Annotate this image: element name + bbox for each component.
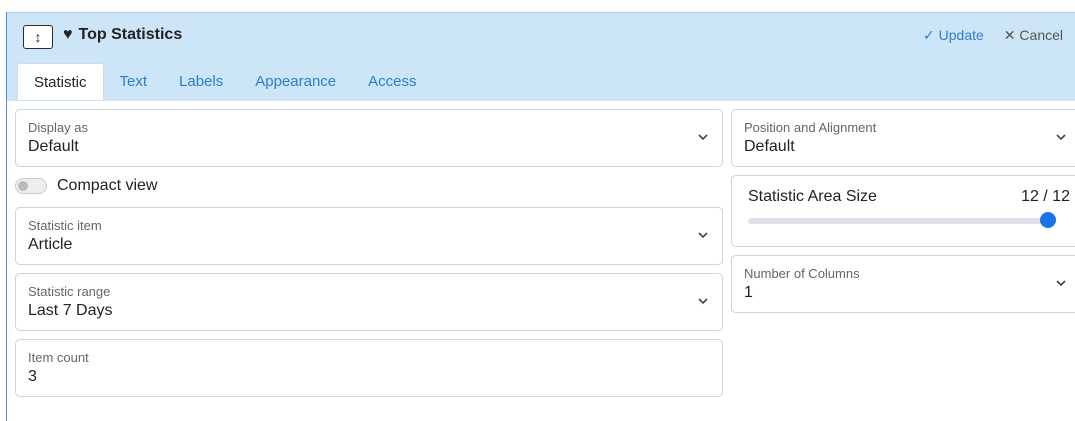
area-size-label: Statistic Area Size (748, 188, 877, 205)
columns-label: Number of Columns (744, 266, 860, 281)
panel-body: Display as Default Compact view Statisti… (7, 101, 1075, 421)
position-alignment-label: Position and Alignment (744, 120, 877, 135)
display-as-value: Default (28, 138, 79, 155)
update-button[interactable]: ✓ Update (923, 27, 984, 44)
tab-labels[interactable]: Labels (163, 63, 239, 100)
compact-view-switch[interactable] (15, 178, 47, 194)
statistic-item-label: Statistic item (28, 218, 102, 233)
columns-value: 1 (744, 284, 753, 301)
statistic-range-value: Last 7 Days (28, 302, 113, 319)
statistic-item-value: Article (28, 236, 73, 253)
panel-header: ↕ ♥ Top Statistics ✓ Update ✕ Cancel Sta… (7, 12, 1075, 101)
item-count-input[interactable]: Item count 3 (15, 339, 723, 397)
display-as-select[interactable]: Display as Default (15, 109, 723, 167)
tab-text[interactable]: Text (104, 63, 164, 100)
position-alignment-select[interactable]: Position and Alignment Default (731, 109, 1075, 167)
statistic-item-select[interactable]: Statistic item Article (15, 207, 723, 265)
compact-view-label: Compact view (57, 177, 158, 194)
tab-bar: Statistic Text Labels Appearance Access (17, 63, 433, 100)
panel-title-text: Top Statistics (78, 26, 183, 43)
area-size-value: 12 / 12 (1021, 188, 1070, 205)
display-as-label: Display as (28, 120, 88, 135)
position-alignment-value: Default (744, 138, 795, 155)
statistic-area-size: Statistic Area Size 12 / 12 (731, 175, 1075, 247)
chevron-down-icon (696, 294, 710, 308)
chevron-down-icon (1054, 130, 1068, 144)
chevron-down-icon (696, 228, 710, 242)
cancel-button[interactable]: ✕ Cancel (1004, 27, 1063, 44)
chevron-down-icon (1054, 276, 1068, 290)
editor-panel: ↕ ♥ Top Statistics ✓ Update ✕ Cancel Sta… (6, 12, 1075, 421)
columns-select[interactable]: Number of Columns 1 (731, 255, 1075, 313)
compact-view-toggle[interactable]: Compact view (15, 177, 157, 195)
chevron-down-icon (696, 130, 710, 144)
tab-access[interactable]: Access (352, 63, 432, 100)
statistic-range-label: Statistic range (28, 284, 111, 299)
statistic-range-select[interactable]: Statistic range Last 7 Days (15, 273, 723, 331)
heart-icon: ♥ (63, 26, 73, 43)
switch-knob (18, 181, 28, 191)
header-actions: ✓ Update ✕ Cancel (923, 27, 1063, 44)
panel-title: ♥ Top Statistics (63, 26, 182, 44)
tab-appearance[interactable]: Appearance (239, 63, 352, 100)
item-count-label: Item count (28, 350, 89, 365)
area-size-slider[interactable] (748, 212, 1056, 228)
sort-handle-button[interactable]: ↕ (23, 25, 53, 49)
item-count-value[interactable]: 3 (28, 368, 37, 386)
tab-statistic[interactable]: Statistic (17, 63, 104, 100)
slider-thumb[interactable] (1040, 212, 1056, 228)
